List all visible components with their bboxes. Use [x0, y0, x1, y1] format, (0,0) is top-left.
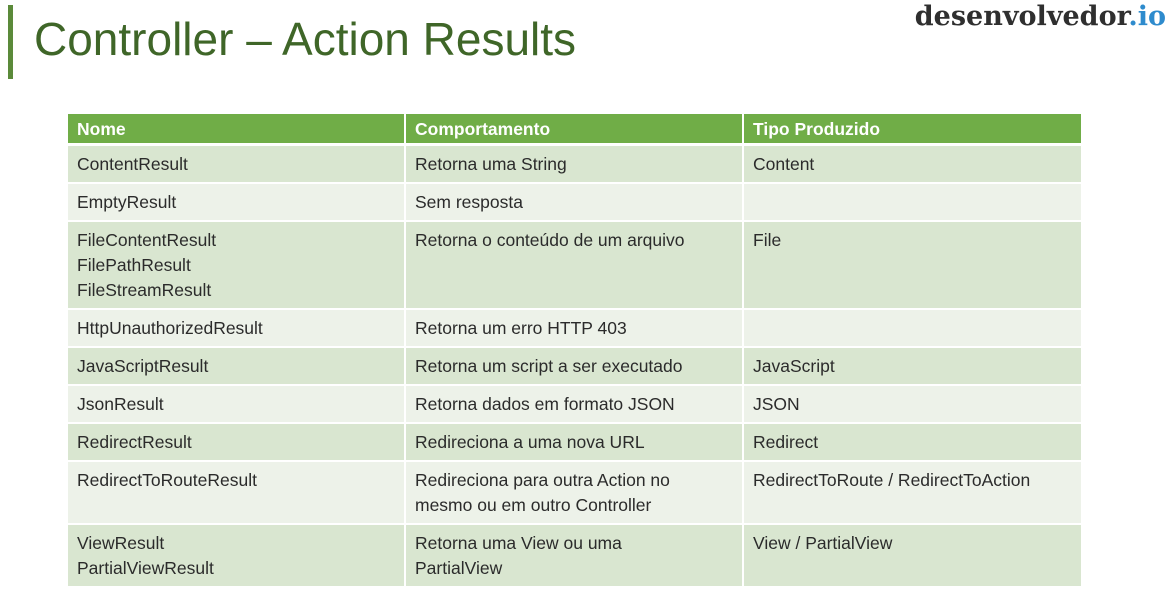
- cell-comportamento: Retorna o conteúdo de um arquivo: [404, 220, 743, 309]
- cell-nome: FileContentResult FilePathResult FileStrea…: [68, 220, 405, 309]
- cell-tipo-produzido: RedirectToRoute / RedirectToAction: [742, 460, 1081, 524]
- cell-text-line: View / PartialView: [753, 533, 893, 553]
- cell-text-line: Redireciona para outra Action no: [415, 470, 670, 490]
- cell-tipo-produzido: Redirect: [742, 422, 1081, 461]
- cell-text-line: Sem resposta: [415, 192, 523, 212]
- cell-text-line: Redireciona a uma nova URL: [415, 432, 645, 452]
- cell-nome: JsonResult: [68, 384, 405, 423]
- cell-text-line: JavaScript: [753, 356, 835, 376]
- cell-nome: ContentResult: [68, 143, 405, 183]
- cell-nome: ViewResult PartialViewResult: [68, 523, 405, 586]
- cell-comportamento: Retorna uma String: [404, 143, 743, 183]
- cell-comportamento: Retorna um erro HTTP 403: [404, 308, 743, 347]
- page-title: Controller – Action Results: [34, 13, 577, 65]
- table-header-row: Nome Comportamento Tipo Produzido: [68, 114, 1081, 146]
- cell-tipo-produzido: JSON: [742, 384, 1081, 423]
- table-row: ViewResult PartialViewResult Retorna uma V…: [68, 523, 1081, 586]
- table-row: ContentResult Retorna uma String Content: [68, 143, 1081, 183]
- cell-tipo-produzido: View / PartialView: [742, 523, 1081, 586]
- table-body: ContentResult Retorna uma String Content Em…: [68, 143, 1081, 586]
- cell-text-line: ViewResult: [77, 533, 165, 553]
- cell-text-line: mesmo ou em outro Controller: [415, 495, 652, 515]
- cell-comportamento: Retorna dados em formato JSON: [404, 384, 743, 423]
- cell-nome: JavaScriptResult: [68, 346, 405, 385]
- cell-text-line: ContentResult: [77, 154, 188, 174]
- table-row: EmptyResult Sem resposta: [68, 182, 1081, 221]
- cell-text-line: FileContentResult: [77, 230, 217, 250]
- cell-comportamento: Redireciona a uma nova URL: [404, 422, 743, 461]
- cell-text-line: Retorna dados em formato JSON: [415, 394, 675, 414]
- cell-text-line: FileStreamResult: [77, 280, 212, 300]
- title-accent-bar: [8, 5, 13, 79]
- column-header-tipo-produzido: Tipo Produzido: [742, 114, 1081, 146]
- cell-text-line: JsonResult: [77, 394, 164, 414]
- cell-text-line: EmptyResult: [77, 192, 177, 212]
- cell-nome: HttpUnauthorizedResult: [68, 308, 405, 347]
- cell-text-line: FilePathResult: [77, 255, 191, 275]
- table-row: HttpUnauthorizedResult Retorna um erro HT…: [68, 308, 1081, 347]
- table-row: RedirectToRouteResult Redireciona para ou…: [68, 460, 1081, 524]
- brand-logo: desenvolvedor.io: [915, 0, 1166, 34]
- cell-text-line: File: [753, 230, 782, 250]
- cell-text-line: RedirectResult: [77, 432, 192, 452]
- cell-text-line: Retorna um script a ser executado: [415, 356, 683, 376]
- cell-text-line: JSON: [753, 394, 800, 414]
- column-header-nome: Nome: [68, 114, 405, 146]
- cell-text-line: Retorna o conteúdo de um arquivo: [415, 230, 685, 250]
- cell-text-line: HttpUnauthorizedResult: [77, 318, 263, 338]
- table-row: FileContentResult FilePathResult FileStrea…: [68, 220, 1081, 309]
- brand-tld: .io: [1128, 1, 1166, 32]
- table-row: JsonResult Retorna dados em formato JSON J…: [68, 384, 1081, 423]
- table-row: RedirectResult Redireciona a uma nova URL…: [68, 422, 1081, 461]
- cell-text-line: PartialView: [415, 558, 503, 578]
- cell-tipo-produzido: [742, 182, 1081, 221]
- cell-nome: RedirectResult: [68, 422, 405, 461]
- cell-text-line: Retorna uma View ou uma: [415, 533, 622, 553]
- cell-comportamento: Sem resposta: [404, 182, 743, 221]
- column-header-comportamento: Comportamento: [404, 114, 743, 146]
- cell-tipo-produzido: Content: [742, 143, 1081, 183]
- cell-tipo-produzido: File: [742, 220, 1081, 309]
- cell-tipo-produzido: JavaScript: [742, 346, 1081, 385]
- table-row: JavaScriptResult Retorna um script a ser …: [68, 346, 1081, 385]
- cell-comportamento: Redireciona para outra Action no mesmo ou…: [404, 460, 743, 524]
- action-results-table: Nome Comportamento Tipo Produzido Conten…: [68, 114, 1081, 586]
- cell-text-line: RedirectToRouteResult: [77, 470, 257, 490]
- cell-text-line: RedirectToRoute / RedirectToAction: [753, 470, 1031, 490]
- cell-text-line: JavaScriptResult: [77, 356, 209, 376]
- brand-name: desenvolvedor: [914, 1, 1129, 32]
- cell-text-line: Retorna um erro HTTP 403: [415, 318, 627, 338]
- cell-text-line: Redirect: [753, 432, 819, 452]
- cell-comportamento: Retorna uma View ou uma PartialView: [404, 523, 743, 586]
- cell-text-line: PartialViewResult: [77, 558, 214, 578]
- cell-text-line: Retorna uma String: [415, 154, 567, 174]
- cell-nome: EmptyResult: [68, 182, 405, 221]
- cell-text-line: Content: [753, 154, 815, 174]
- cell-tipo-produzido: [742, 308, 1081, 347]
- cell-nome: RedirectToRouteResult: [68, 460, 405, 524]
- cell-comportamento: Retorna um script a ser executado: [404, 346, 743, 385]
